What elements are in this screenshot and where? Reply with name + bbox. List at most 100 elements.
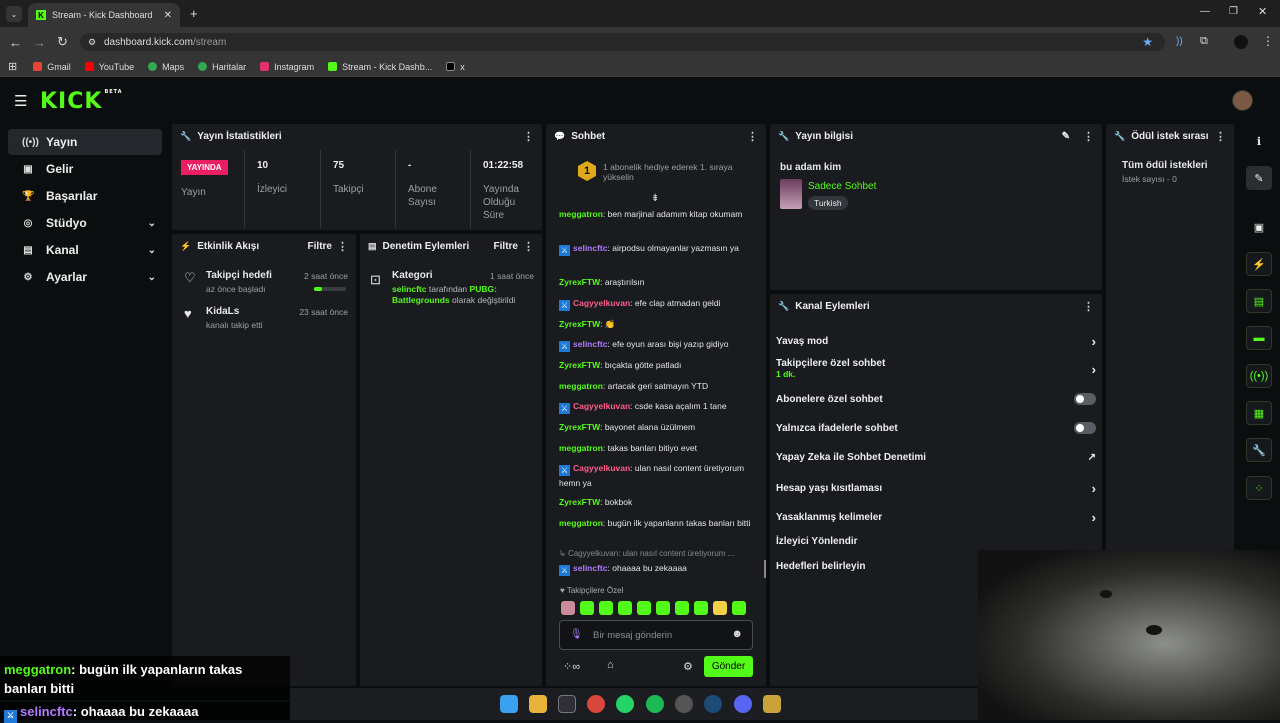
emote-icon[interactable]: [656, 600, 670, 615]
subs-only-toggle[interactable]: [1074, 393, 1096, 405]
edit-icon[interactable]: ✎: [1246, 166, 1272, 190]
more-options-icon[interactable]: ⋮: [1083, 300, 1094, 313]
more-options-icon[interactable]: ⋮: [523, 240, 534, 253]
redirect-row[interactable]: İzleyici Yönlendir: [776, 536, 1096, 547]
emote-icon[interactable]: [694, 600, 708, 615]
sidebar-item-gelir[interactable]: ▣ Gelir: [8, 156, 162, 182]
info-icon[interactable]: ℹ: [1246, 129, 1272, 153]
store-icon[interactable]: [558, 695, 576, 713]
language-tag[interactable]: Turkish: [808, 196, 848, 210]
emote-icon[interactable]: [599, 600, 613, 615]
whatsapp-icon[interactable]: [616, 695, 634, 713]
bookmark-star-icon[interactable]: ★: [1142, 35, 1153, 49]
filter-button[interactable]: Filtre: [308, 241, 332, 252]
all-rewards-link[interactable]: Tüm ödül istekleri: [1122, 160, 1208, 171]
screen-icon[interactable]: ▣: [1246, 215, 1272, 239]
profile-icon[interactable]: [1234, 35, 1248, 49]
chat-username[interactable]: ZyrexFTW: [559, 319, 600, 329]
chat-username[interactable]: selincftc: [573, 339, 608, 349]
forward-icon[interactable]: →: [33, 35, 46, 50]
wrench-icon[interactable]: 🔧: [1246, 438, 1272, 462]
more-options-icon[interactable]: ⋮: [337, 240, 348, 253]
app-icon[interactable]: [763, 695, 781, 713]
extensions-icon[interactable]: ⧉: [1200, 35, 1208, 48]
sidebar-item-ayarlar[interactable]: ⚙ Ayarlar ⌄: [8, 264, 162, 290]
spotify-icon[interactable]: [646, 695, 664, 713]
translate-icon[interactable]: )): [1176, 36, 1183, 47]
slow-mode-row[interactable]: Yavaş mod ›: [776, 334, 1096, 349]
bookmark-haritalar[interactable]: Haritalar: [198, 62, 246, 72]
broadcast-icon[interactable]: ((•)): [1246, 364, 1272, 388]
chat-username[interactable]: meggatron: [559, 518, 603, 528]
windows-start-icon[interactable]: [500, 695, 518, 713]
category-link[interactable]: Sadece Sohbet: [808, 181, 876, 192]
more-options-icon[interactable]: ⋮: [1083, 130, 1094, 143]
more-options-icon[interactable]: ⋮: [1215, 130, 1226, 143]
sidebar-item-kanal[interactable]: ▤ Kanal ⌄: [8, 237, 162, 263]
send-button[interactable]: Gönder: [704, 656, 753, 677]
new-tab-button[interactable]: +: [190, 6, 198, 21]
kick-logo[interactable]: KICK BETA: [40, 89, 123, 114]
reload-icon[interactable]: ↻: [57, 34, 68, 50]
address-bar[interactable]: ⚙ dashboard.kick.com/stream ★: [80, 33, 1165, 51]
followers-only-row[interactable]: Takipçilere özel sohbet 1 dk. ›: [776, 358, 1096, 380]
chat-bubble-icon[interactable]: ▬: [1246, 326, 1272, 350]
hamburger-menu-icon[interactable]: ☰: [14, 92, 27, 110]
menu-icon[interactable]: ⋮: [1262, 34, 1274, 48]
chat-input[interactable]: 🎙 Bir mesaj gönderin ☻: [559, 620, 753, 650]
discord-icon[interactable]: [734, 695, 752, 713]
chat-username[interactable]: selincftc: [573, 243, 608, 253]
emote-icon[interactable]: [713, 600, 727, 615]
chat-username[interactable]: meggatron: [559, 381, 603, 391]
chat-username[interactable]: ZyrexFTW: [559, 277, 600, 287]
apps-grid-icon[interactable]: ⊞: [8, 60, 17, 73]
pin-icon[interactable]: ⇟: [651, 193, 659, 204]
chat-username[interactable]: ZyrexFTW: [559, 360, 600, 370]
kick-points-icon[interactable]: ⁘∞: [563, 660, 580, 673]
sidebar-item-studyo[interactable]: ◎ Stüdyo ⌄: [8, 210, 162, 236]
chat-username[interactable]: ZyrexFTW: [559, 422, 600, 432]
emote-icon[interactable]: [637, 600, 651, 615]
bookmark-maps[interactable]: Maps: [148, 62, 184, 72]
bolt-icon[interactable]: ⚡: [1246, 252, 1272, 276]
stack-icon[interactable]: ▦: [1246, 401, 1272, 425]
account-age-row[interactable]: Hesap yaşı kısıtlaması ›: [776, 481, 1096, 496]
chat-username[interactable]: meggatron: [559, 209, 603, 219]
file-explorer-icon[interactable]: [529, 695, 547, 713]
chat-scrollbar[interactable]: [764, 560, 766, 578]
bookmark-youtube[interactable]: YouTube: [84, 62, 134, 72]
chat-username[interactable]: ZyrexFTW: [559, 497, 600, 507]
tab-search-button[interactable]: ⌄: [6, 6, 22, 22]
emote-icon[interactable]: [732, 600, 746, 615]
maximize-icon[interactable]: ❐: [1229, 6, 1238, 17]
back-icon[interactable]: ←: [9, 35, 22, 50]
emote-icon[interactable]: [561, 600, 575, 615]
store-icon[interactable]: ⌂: [607, 659, 614, 671]
chrome-icon[interactable]: [587, 695, 605, 713]
sidebar-item-yayin[interactable]: ((•)) Yayın: [8, 129, 162, 155]
emote-icon[interactable]: [675, 600, 689, 615]
close-tab-icon[interactable]: ✕: [164, 10, 172, 21]
sidebar-item-basarilar[interactable]: 🏆 Başarılar: [8, 183, 162, 209]
user-avatar[interactable]: [1232, 90, 1253, 111]
site-info-icon[interactable]: ⚙: [88, 37, 96, 48]
minimize-icon[interactable]: —: [1200, 6, 1210, 17]
bookmark-kick[interactable]: Stream - Kick Dashb...: [328, 62, 432, 72]
bookmark-x[interactable]: x: [446, 62, 465, 72]
ai-moderation-row[interactable]: Yapay Zeka ile Sohbet Denetimi ↗: [776, 452, 1096, 463]
chat-settings-icon[interactable]: ⚙: [683, 660, 693, 673]
more-options-icon[interactable]: ⋮: [523, 130, 534, 143]
emotes-only-toggle[interactable]: [1074, 422, 1096, 434]
edit-pencil-icon[interactable]: ✎: [1062, 131, 1070, 142]
steam-icon[interactable]: [704, 695, 722, 713]
microphone-icon[interactable]: 🎙: [570, 629, 583, 640]
more-options-icon[interactable]: ⋮: [747, 130, 758, 143]
chat-username[interactable]: Cagyyelkuvan: [573, 401, 630, 411]
chat-username[interactable]: meggatron: [559, 443, 603, 453]
bookmark-gmail[interactable]: Gmail: [33, 62, 71, 72]
emoji-icon[interactable]: ☻: [731, 628, 743, 640]
github-icon[interactable]: [675, 695, 693, 713]
points-icon[interactable]: ⁘: [1246, 476, 1272, 500]
emote-icon[interactable]: [580, 600, 594, 615]
banned-words-row[interactable]: Yasaklanmış kelimeler ›: [776, 510, 1096, 525]
